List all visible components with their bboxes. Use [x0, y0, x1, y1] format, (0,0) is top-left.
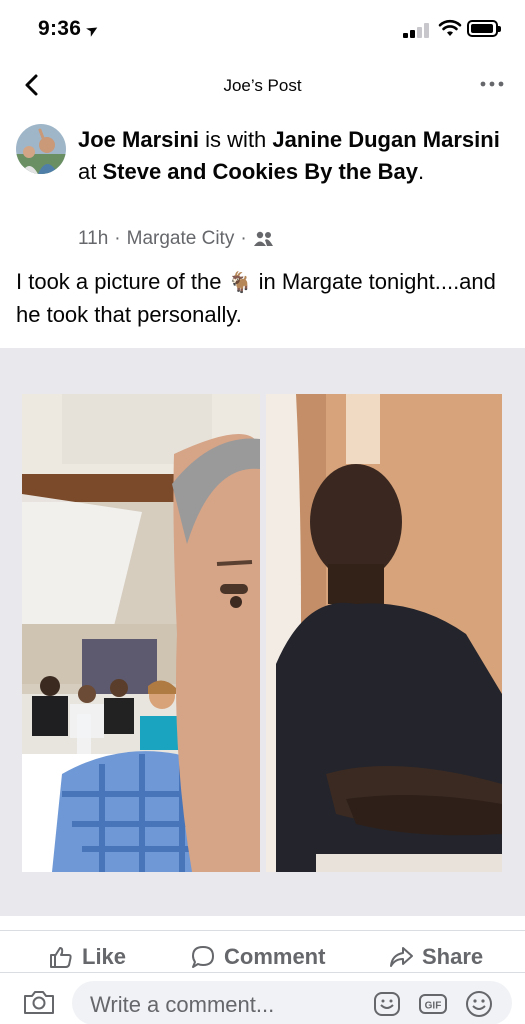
- page-title: Joe’s Post: [223, 76, 302, 95]
- status-time: 9:36 ➤: [38, 17, 103, 41]
- meta-separator-2: ·: [240, 228, 247, 249]
- comment-input[interactable]: Write a comment... GIF: [72, 981, 512, 1024]
- place-name[interactable]: Steve and Cookies By the Bay: [102, 159, 417, 184]
- camera-icon[interactable]: [22, 987, 56, 1017]
- location-arrow-icon: ➤: [83, 19, 103, 42]
- post-time[interactable]: 11h: [78, 228, 108, 250]
- status-bar: 9:36 ➤: [0, 0, 525, 58]
- comment-bubble-icon: [192, 946, 214, 968]
- period: .: [417, 159, 425, 184]
- sticker-icon[interactable]: [372, 989, 402, 1019]
- comment-button[interactable]: Comment: [190, 941, 325, 973]
- post-photo-right[interactable]: [266, 394, 502, 872]
- emoji-icon[interactable]: [464, 989, 494, 1019]
- post-photo-area[interactable]: [0, 348, 525, 916]
- with-text: is with: [205, 127, 267, 152]
- friends-audience-icon[interactable]: [253, 230, 275, 248]
- meta-separator: ·: [114, 228, 121, 249]
- comment-label: Comment: [224, 944, 326, 969]
- battery-icon: [467, 20, 501, 37]
- like-label: Like: [82, 944, 127, 969]
- post-text-part-1: I took a picture of the: [16, 269, 222, 294]
- post-location[interactable]: Margate City: [127, 228, 235, 250]
- share-arrow-icon: [390, 947, 413, 967]
- status-time-text: 9:36: [38, 17, 82, 40]
- comment-composer: Write a comment... GIF: [0, 972, 525, 1024]
- at-text: at: [78, 159, 97, 184]
- wifi-icon: [438, 19, 462, 36]
- post-meta: 11h · Margate City ·: [78, 228, 275, 250]
- more-options-icon[interactable]: [477, 72, 507, 96]
- tagged-person[interactable]: Janine Dugan Marsini: [272, 127, 499, 152]
- goat-emoji: 🐐: [227, 272, 253, 294]
- like-button[interactable]: Like: [48, 941, 126, 973]
- avatar[interactable]: [16, 124, 66, 174]
- share-label: Share: [422, 944, 484, 969]
- share-button[interactable]: Share: [388, 941, 483, 973]
- nav-header: Joe’s Post: [0, 58, 525, 110]
- gif-label: GIF: [425, 1001, 442, 1012]
- post-author-line: Joe Marsini is with Janine Dugan Marsini…: [78, 124, 508, 188]
- post-text: I took a picture of the 🐐 in Margate ton…: [16, 266, 511, 331]
- gif-icon[interactable]: GIF: [418, 989, 448, 1019]
- post-photo-left[interactable]: [22, 394, 260, 872]
- thumbs-up-icon: [50, 947, 72, 968]
- cellular-signal-icon: [403, 22, 431, 38]
- author-name[interactable]: Joe Marsini: [78, 127, 199, 152]
- comment-placeholder: Write a comment...: [90, 992, 275, 1017]
